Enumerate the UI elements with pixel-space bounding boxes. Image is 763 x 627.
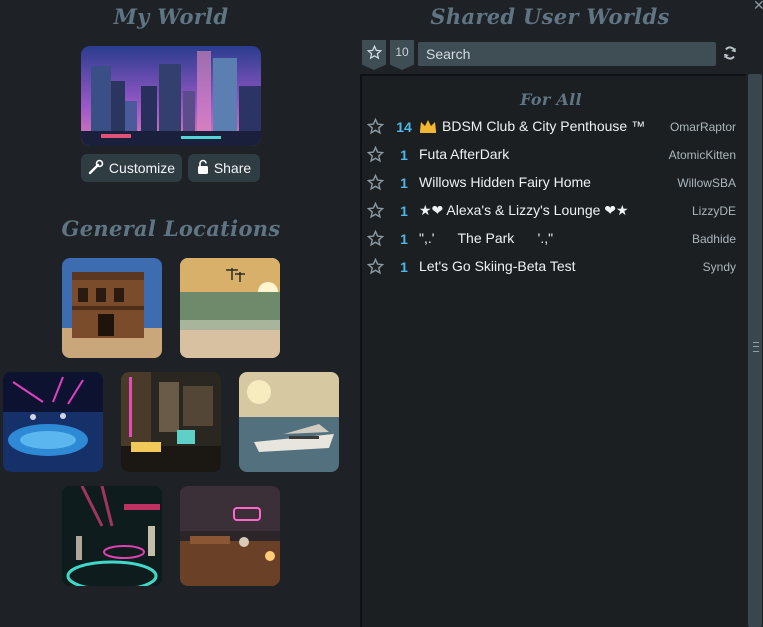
star-outline-icon[interactable] xyxy=(367,230,384,247)
world-name: Willows Hidden Fairy Home xyxy=(419,174,591,190)
world-name: ★❤ Alexa's & Lizzy's Lounge ❤★ xyxy=(419,202,629,218)
world-owner[interactable]: Badhide xyxy=(692,232,736,246)
world-name: BDSM Club & City Penthouse ™ xyxy=(442,118,646,134)
worlds-toolbar: 10 xyxy=(360,40,743,70)
my-world-thumbnail[interactable] xyxy=(81,46,261,146)
saloon-image xyxy=(62,258,162,358)
wrench-icon xyxy=(88,159,104,178)
count-filter-button[interactable]: 10 xyxy=(390,40,414,70)
crown-icon xyxy=(420,120,436,133)
world-row[interactable]: 1 Let's Go Skiing-Beta Test Syndy xyxy=(362,252,744,280)
unlock-icon xyxy=(197,159,209,178)
world-row[interactable]: 1 ",.' The Park '.," Badhide xyxy=(362,224,744,252)
world-name: Let's Go Skiing-Beta Test xyxy=(419,258,576,274)
refresh-icon[interactable] xyxy=(722,45,740,63)
customize-button[interactable]: Customize xyxy=(81,154,182,182)
location-nightclub-pool[interactable] xyxy=(3,372,103,472)
customize-label: Customize xyxy=(108,160,176,176)
pub-image xyxy=(180,486,280,586)
world-row[interactable]: 1 Futa AfterDark AtomicKitten xyxy=(362,140,744,168)
world-name-group: BDSM Club & City Penthouse ™ xyxy=(419,118,645,134)
general-locations-title: General Locations xyxy=(61,216,281,241)
star-outline-icon[interactable] xyxy=(367,174,384,191)
city-skyline-image xyxy=(81,46,261,146)
world-owner[interactable]: OmarRaptor xyxy=(670,120,736,134)
location-dance-club[interactable] xyxy=(62,486,162,586)
star-outline-icon xyxy=(366,45,382,60)
group-header-for-all: For All xyxy=(520,90,582,109)
star-outline-icon[interactable] xyxy=(367,202,384,219)
lounge-bar-image xyxy=(121,372,221,472)
world-row[interactable]: 1 ★❤ Alexa's & Lizzy's Lounge ❤★ LizzyDE xyxy=(362,196,744,224)
share-button[interactable]: Share xyxy=(188,154,260,182)
location-beach[interactable] xyxy=(180,258,280,358)
close-icon[interactable]: ✕ xyxy=(753,0,763,14)
search-input[interactable] xyxy=(418,42,716,66)
beach-image xyxy=(180,258,280,358)
share-label: Share xyxy=(213,160,252,176)
world-row[interactable]: 1 Willows Hidden Fairy Home WillowSBA xyxy=(362,168,744,196)
favorites-filter-button[interactable] xyxy=(362,40,386,70)
world-owner[interactable]: AtomicKitten xyxy=(669,148,736,162)
world-owner[interactable]: Syndy xyxy=(703,260,736,274)
player-count: 1 xyxy=(400,147,408,163)
location-pub[interactable] xyxy=(180,486,280,586)
grip-icon xyxy=(753,342,759,352)
yacht-image xyxy=(239,372,339,472)
world-row[interactable]: 14 BDSM Club & City Penthouse ™ OmarRapt… xyxy=(362,112,744,140)
player-count: 1 xyxy=(400,231,408,247)
dance-club-image xyxy=(62,486,162,586)
nightclub-pool-image xyxy=(3,372,103,472)
world-name: ",.' The Park '.," xyxy=(419,230,554,246)
location-yacht[interactable] xyxy=(239,372,339,472)
star-outline-icon[interactable] xyxy=(367,258,384,275)
star-outline-icon[interactable] xyxy=(367,146,384,163)
location-lounge-bar[interactable] xyxy=(121,372,221,472)
star-outline-icon[interactable] xyxy=(367,118,384,135)
my-world-title: My World xyxy=(113,4,229,29)
player-count: 1 xyxy=(400,259,408,275)
player-count: 1 xyxy=(400,203,408,219)
location-saloon[interactable] xyxy=(62,258,162,358)
player-count: 1 xyxy=(400,175,408,191)
scrollbar-thumb[interactable] xyxy=(748,74,762,627)
list-scrollbar[interactable] xyxy=(747,74,763,627)
world-name: Futa AfterDark xyxy=(419,146,510,162)
world-owner[interactable]: WillowSBA xyxy=(677,176,736,190)
shared-worlds-list: For All 14 BDSM Club & City Penthouse ™ … xyxy=(360,74,746,627)
shared-worlds-title: Shared User Worlds xyxy=(430,4,670,29)
player-count: 14 xyxy=(396,119,412,135)
world-owner[interactable]: LizzyDE xyxy=(692,204,736,218)
